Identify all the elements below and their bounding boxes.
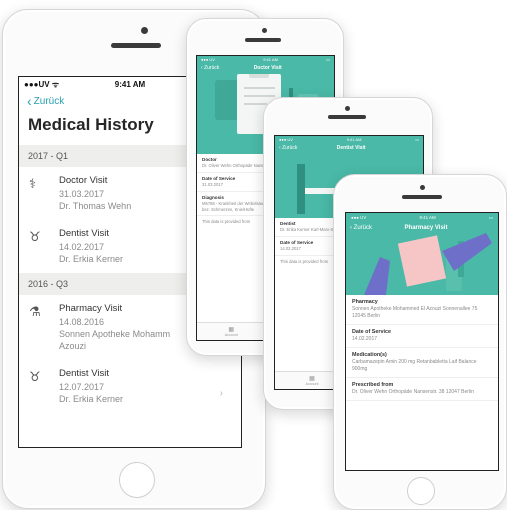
phone-pharmacy-visit: ●●● UV 9:41 AM ▭ ‹ Zurück Pharmacy Visit P… <box>333 174 507 510</box>
entry-title: Dentist Visit <box>59 228 109 240</box>
field-value: 14.02.2017 <box>352 336 378 343</box>
entry-provider: Dr. Erkia Kerner <box>59 254 124 265</box>
nav-bar: ‹ Zurück Dentist Visit <box>275 143 423 153</box>
entry-text: Dentist Visit 14.02.2017 Dr. Erkia Kerner <box>59 228 123 265</box>
history-list-item[interactable]: ♉ Dentist Visit 12.07.2017 Dr. Erkia Kerner… <box>19 360 241 414</box>
entry-provider: Sonnen Apotheke Mohamm <box>59 329 171 340</box>
stethoscope-icon: ⚕ <box>29 176 37 191</box>
home-button[interactable] <box>407 477 435 505</box>
entry-date: 31.03.2017 <box>59 188 105 199</box>
account-icon: ▦ <box>228 327 235 333</box>
tooth-icon: ♉ <box>29 229 41 245</box>
tooth-icon: ♉ <box>29 369 41 385</box>
entry-text: Pharmacy Visit 14.08.2016 Sonnen Apotheke … <box>59 303 170 352</box>
field-label: Medication(s) <box>352 351 387 358</box>
entry-provider: Dr. Thomas Wehn <box>59 200 132 211</box>
entry-title: Doctor Visit <box>59 175 108 186</box>
entry-date: 12.07.2017 <box>59 382 105 393</box>
front-camera <box>420 185 425 190</box>
nav-title: Doctor Visit <box>253 65 282 71</box>
detail-fields: Pharmacy Sonnen Apotheke Mohammed El Azou… <box>346 295 498 401</box>
entry-date: 14.02.2017 <box>59 241 105 252</box>
detail-field: Date of Service 14.02.2017 <box>346 325 498 348</box>
account-icon: ▦ <box>309 376 315 382</box>
field-label: Pharmacy <box>352 299 378 305</box>
status-bar: ●●● UV 9:41 AM ▭ <box>279 137 419 142</box>
entry-text: Dentist Visit 12.07.2017 Dr. Erkia Kerner <box>59 368 123 405</box>
earpiece-speaker <box>402 195 442 199</box>
status-bar: ●●● UV 9:41 AM ▭ <box>351 215 493 220</box>
field-value: Carbamazepin Amin 200 mg Retanbabletta L… <box>352 359 477 372</box>
back-label: Zurück <box>33 95 65 107</box>
detail-field: Prescribed from Dr. Oliver Wehn Orthopäde… <box>346 378 498 401</box>
entry-text: Doctor Visit 31.03.2017 Dr. Thomas Wehn <box>59 175 131 212</box>
chevron-left-icon: ‹ <box>27 93 32 109</box>
field-value: Dr. Oliver Wehn Orthopäde Nansenstr. 38 … <box>352 388 474 395</box>
screen: ●●● UV 9:41 AM ▭ ‹ Zurück Pharmacy Visit P… <box>345 212 499 471</box>
status-bar: ●●● UV 9:41 AM ▭ <box>201 57 330 62</box>
entry-title: Pharmacy Visit <box>59 303 123 315</box>
field-label: Prescribed from <box>352 381 394 388</box>
front-camera <box>141 27 148 34</box>
entry-date: 14.08.2016 <box>59 317 105 327</box>
entry-provider: Dr. Erkia Kerner <box>59 394 124 405</box>
chevron-right-icon: › <box>219 388 223 400</box>
earpiece-speaker <box>111 43 161 48</box>
front-camera <box>345 106 350 111</box>
nav-bar: ‹ Zurück Doctor Visit <box>197 63 334 73</box>
entry-provider-cont: Azouzi <box>59 341 87 352</box>
earpiece-speaker <box>245 38 281 42</box>
nav-title: Dentist Visit <box>336 145 366 151</box>
tab-account[interactable]: ▦ Account <box>197 323 266 340</box>
pharmacy-icon: ⚗ <box>29 304 41 320</box>
header-illustration: ●●● UV 9:41 AM ▭ ‹ Zurück Pharmacy Visit <box>346 213 498 295</box>
earpiece-speaker <box>328 115 366 119</box>
field-value: Sonnen Apotheke Mohammed El Azouzi Sonne… <box>352 306 478 320</box>
field-label: Date of Service <box>352 328 391 335</box>
home-button[interactable] <box>119 462 155 498</box>
prescription-illustration <box>364 233 492 295</box>
front-camera <box>262 28 267 33</box>
detail-field: Medication(s) Carbamazepin Amin 200 mg Re… <box>346 348 498 378</box>
entry-title: Dentist Visit <box>59 368 109 380</box>
back-button[interactable]: ‹ Zurück <box>201 65 219 71</box>
detail-field: Pharmacy Sonnen Apotheke Mohammed El Azou… <box>346 295 498 325</box>
back-button[interactable]: ‹ Zurück <box>279 145 297 151</box>
